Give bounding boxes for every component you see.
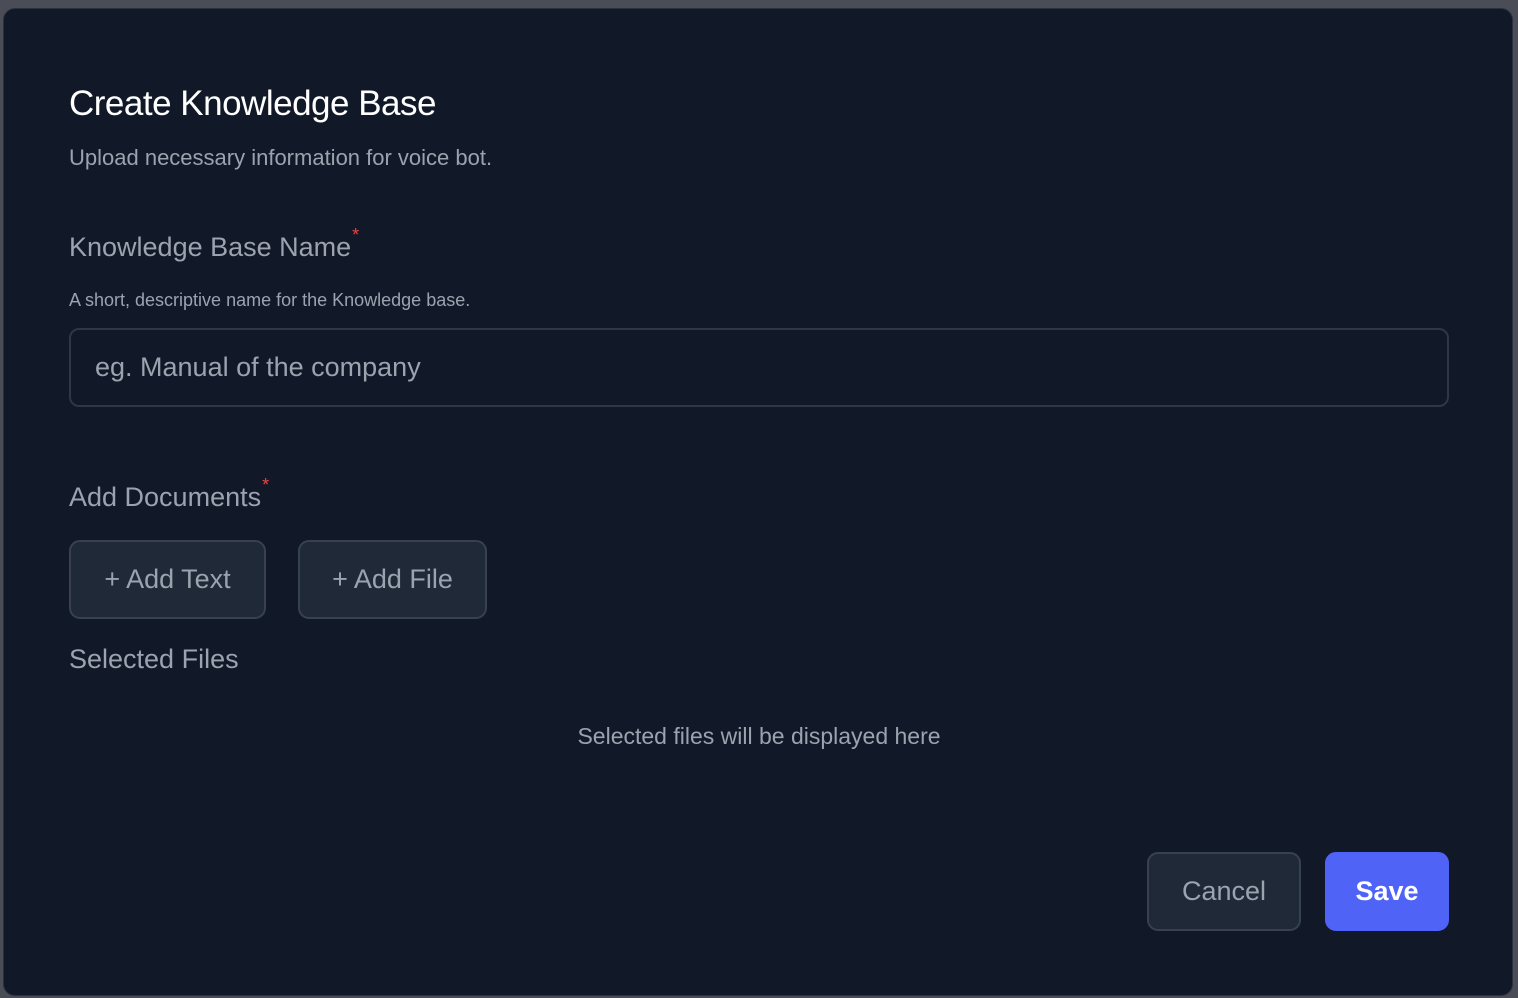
add-text-button[interactable]: + Add Text xyxy=(69,540,266,619)
required-asterisk: * xyxy=(352,225,360,245)
add-documents-label-text: Add Documents xyxy=(69,482,262,512)
add-file-button[interactable]: + Add File xyxy=(298,540,487,619)
add-file-label: Add File xyxy=(353,564,453,594)
kb-name-hint: A short, descriptive name for the Knowle… xyxy=(69,290,471,310)
dialog-subtitle: Upload necessary information for voice b… xyxy=(69,145,493,170)
selected-files-empty-message: Selected files will be displayed here xyxy=(577,723,941,749)
required-asterisk: * xyxy=(262,475,270,495)
cancel-button[interactable]: Cancel xyxy=(1147,852,1301,931)
dialog-title: Create Knowledge Base xyxy=(69,84,436,123)
kb-name-input[interactable] xyxy=(69,328,1449,407)
kb-name-label-text: Knowledge Base Name xyxy=(69,232,352,262)
plus-icon: + xyxy=(104,564,121,594)
selected-files-title: Selected Files xyxy=(69,644,239,674)
plus-icon: + xyxy=(332,564,348,594)
add-documents-label: Add Documents* xyxy=(69,475,269,513)
add-text-label: Add Text xyxy=(126,564,231,594)
create-knowledge-base-dialog: Create Knowledge Base Upload necessary i… xyxy=(3,8,1513,996)
kb-name-label: Knowledge Base Name* xyxy=(69,225,359,263)
save-button[interactable]: Save xyxy=(1325,852,1449,931)
